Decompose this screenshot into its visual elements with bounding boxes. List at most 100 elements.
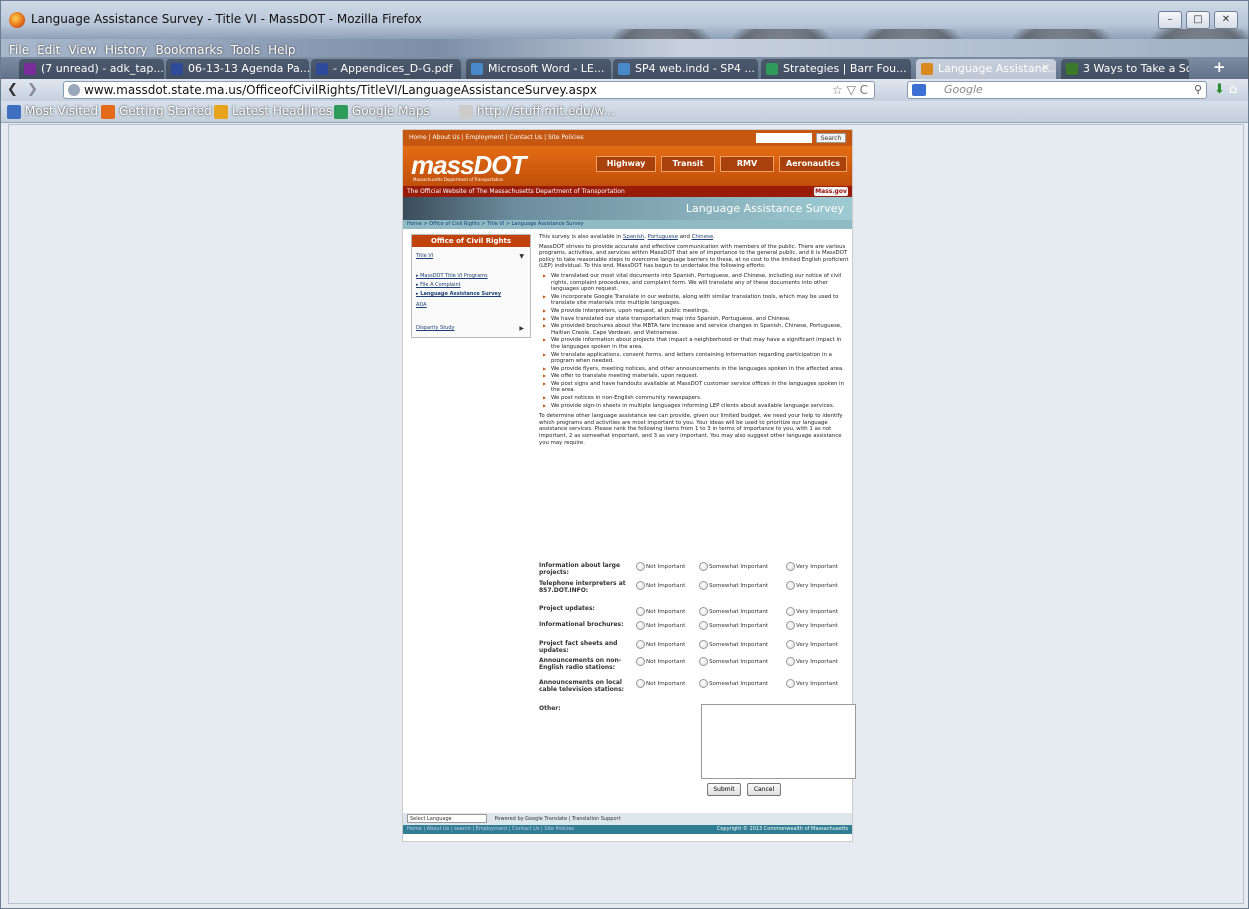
radio-button[interactable]	[636, 562, 645, 571]
radio-button[interactable]	[636, 657, 645, 666]
side-item-complaint[interactable]: ▸ File A Complaint	[416, 282, 461, 288]
url-bar[interactable]: www.massdot.state.ma.us/OfficeofCivilRig…	[63, 81, 875, 99]
site-search-input[interactable]	[756, 133, 812, 143]
bookmark-3[interactable]: Latest Headlines	[214, 104, 332, 119]
radio-button[interactable]	[699, 607, 708, 616]
spanish-link[interactable]: Spanish	[623, 234, 644, 240]
radio-button[interactable]	[699, 621, 708, 630]
submit-button[interactable]: Submit	[707, 783, 741, 796]
radio-button[interactable]	[786, 562, 795, 571]
site-top-links[interactable]: Home | About Us | Employment | Contact U…	[409, 134, 584, 141]
mass-gov-logo[interactable]: Mass.gov	[814, 187, 848, 196]
side-item-programs[interactable]: ▸ MassDOT Title VI Programs	[416, 273, 488, 279]
bookmark-4[interactable]: Google Maps	[334, 104, 430, 119]
other-textarea[interactable]	[701, 704, 856, 779]
magnifier-icon[interactable]: ⚲	[1194, 82, 1202, 98]
footer-links[interactable]: Home | About Us | search | Employment | …	[407, 826, 574, 832]
option-somewhat-important[interactable]: Somewhat Important	[699, 621, 768, 630]
tab-6[interactable]: Strategies | Barr Fou...	[761, 59, 911, 79]
radio-button[interactable]	[786, 621, 795, 630]
transit-button[interactable]: Transit	[661, 156, 715, 172]
option-very-important[interactable]: Very Important	[786, 581, 838, 590]
tab-close-icon[interactable]: ✕	[1042, 59, 1050, 79]
tab-2[interactable]: 06-13-13 Agenda Pa...	[166, 59, 309, 79]
radio-button[interactable]	[699, 640, 708, 649]
reload-icon[interactable]: ☆ ▽ C	[832, 82, 868, 98]
maximize-button[interactable]: □	[1186, 11, 1210, 29]
option-somewhat-important[interactable]: Somewhat Important	[699, 562, 768, 571]
option-very-important[interactable]: Very Important	[786, 679, 838, 688]
tab-7[interactable]: Language Assistanc... ✕	[916, 59, 1056, 79]
effort-item: We have translated our state transportat…	[543, 316, 851, 323]
side-item-ada[interactable]: ADA	[416, 302, 427, 308]
option-very-important[interactable]: Very Important	[786, 562, 838, 571]
highway-button[interactable]: Highway	[596, 156, 656, 172]
aeronautics-button[interactable]: Aeronautics	[779, 156, 847, 172]
option-not-important[interactable]: Not Important	[636, 562, 685, 571]
option-very-important[interactable]: Very Important	[786, 657, 838, 666]
side-item-disparity[interactable]: Disparity Study	[416, 325, 454, 331]
option-not-important[interactable]: Not Important	[636, 607, 685, 616]
home-icon[interactable]: ⌂	[1229, 82, 1237, 97]
radio-button[interactable]	[699, 581, 708, 590]
radio-button[interactable]	[699, 657, 708, 666]
chevron-right-icon[interactable]: ▶	[519, 325, 524, 332]
radio-button[interactable]	[786, 679, 795, 688]
chinese-link[interactable]: Chinese	[692, 234, 714, 240]
radio-button[interactable]	[636, 679, 645, 688]
site-search-button[interactable]: Search	[816, 133, 846, 143]
tab-1[interactable]: (7 unread) - adk_tap...	[19, 59, 164, 79]
breadcrumb[interactable]: Home > Office of Civil Rights > Title VI…	[403, 220, 852, 229]
option-somewhat-important[interactable]: Somewhat Important	[699, 607, 768, 616]
option-somewhat-important[interactable]: Somewhat Important	[699, 679, 768, 688]
radio-button[interactable]	[786, 607, 795, 616]
close-button[interactable]: ✕	[1214, 11, 1238, 29]
tab-3[interactable]: - Appendices_D-G.pdf	[311, 59, 461, 79]
download-icon[interactable]: ⬇	[1214, 82, 1225, 97]
option-not-important[interactable]: Not Important	[636, 621, 685, 630]
tab-4[interactable]: Microsoft Word - LE...	[466, 59, 611, 79]
option-very-important[interactable]: Very Important	[786, 607, 838, 616]
survey-content: This survey is also available in Spanish…	[539, 234, 851, 449]
minimize-button[interactable]: –	[1158, 11, 1182, 29]
radio-button[interactable]	[636, 581, 645, 590]
search-input[interactable]: Google ⚲	[907, 81, 1207, 99]
side-item-survey[interactable]: ▸ Language Assistance Survey	[416, 291, 501, 297]
cancel-button[interactable]: Cancel	[747, 783, 781, 796]
radio-button[interactable]	[699, 562, 708, 571]
radio-button[interactable]	[786, 640, 795, 649]
option-not-important[interactable]: Not Important	[636, 657, 685, 666]
language-select[interactable]: Select Language	[407, 814, 487, 823]
radio-button[interactable]	[786, 657, 795, 666]
option-label: Very Important	[796, 564, 838, 570]
rmv-button[interactable]: RMV	[720, 156, 774, 172]
option-very-important[interactable]: Very Important	[786, 621, 838, 630]
bookmark-2[interactable]: Getting Started	[101, 104, 212, 119]
option-somewhat-important[interactable]: Somewhat Important	[699, 581, 768, 590]
chevron-down-icon[interactable]: ▼	[519, 253, 524, 260]
radio-button[interactable]	[636, 621, 645, 630]
new-tab-icon[interactable]: +	[1213, 58, 1226, 76]
powered-by-text[interactable]: Powered by Google Translate | Translatio…	[495, 816, 621, 822]
bookmark-1[interactable]: Most Visited	[7, 104, 98, 119]
option-somewhat-important[interactable]: Somewhat Important	[699, 657, 768, 666]
portuguese-link[interactable]: Portuguese	[648, 234, 678, 240]
radio-button[interactable]	[699, 679, 708, 688]
tab-8[interactable]: 3 Ways to Take a Scr...	[1061, 59, 1189, 79]
radio-button[interactable]	[636, 640, 645, 649]
option-label: Very Important	[796, 623, 838, 629]
tab-5[interactable]: SP4 web.indd - SP4 ...	[613, 59, 758, 79]
option-not-important[interactable]: Not Important	[636, 640, 685, 649]
option-label: Somewhat Important	[709, 681, 769, 687]
radio-button[interactable]	[786, 581, 795, 590]
option-not-important[interactable]: Not Important	[636, 679, 685, 688]
back-icon[interactable]: ❮	[7, 82, 18, 97]
option-somewhat-important[interactable]: Somewhat Important	[699, 640, 768, 649]
side-menu: Office of Civil Rights Title VI ▼ ▸ Mass…	[411, 234, 531, 338]
option-very-important[interactable]: Very Important	[786, 640, 838, 649]
forward-icon[interactable]: ❯	[27, 82, 38, 97]
bookmark-5[interactable]: http://stuff.mit.edu/w...	[459, 104, 615, 119]
side-item-title-vi[interactable]: Title VI	[416, 253, 433, 259]
option-not-important[interactable]: Not Important	[636, 581, 685, 590]
radio-button[interactable]	[636, 607, 645, 616]
